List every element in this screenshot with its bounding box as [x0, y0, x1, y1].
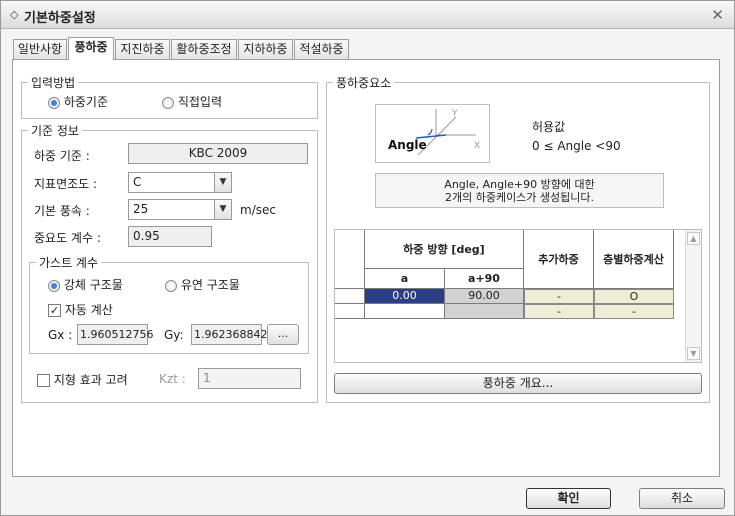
wind-overview-button[interactable]: 풍하중 개요...: [334, 373, 702, 394]
diamond-icon: ◇: [10, 8, 19, 21]
auto-calc-checkbox[interactable]: ✓ 자동 계산: [48, 301, 113, 318]
info-line-2: 2개의 하중케이스가 생성됩니다.: [444, 191, 595, 204]
radio-direct-input-label: 직접입력: [177, 95, 222, 109]
importance-field: 0.95: [128, 226, 212, 247]
radio-on-icon: [48, 279, 60, 292]
gx-label: Gx :: [48, 328, 73, 342]
close-icon[interactable]: ✕: [711, 6, 724, 24]
topography-label: 지형 효과 고려: [53, 373, 128, 387]
tab-general[interactable]: 일반사항: [13, 39, 67, 60]
cell-floor-calc-button[interactable]: O: [594, 289, 674, 304]
angle-arc: [427, 128, 433, 136]
checkbox-icon: [37, 374, 50, 387]
load-direction-grid: 하중 방향 [deg] a a+90 추가하중 층별하중계산 0.00 90.0…: [334, 229, 702, 363]
input-method-title: 입력방법: [28, 74, 79, 91]
row-indicator[interactable]: [335, 304, 365, 319]
tab-seismic-load[interactable]: 지진하중: [115, 39, 170, 60]
kzt-label: Kzt :: [159, 372, 186, 386]
topography-checkbox[interactable]: 지형 효과 고려: [37, 371, 128, 388]
input-method-group: 입력방법 하중기준 직접입력: [21, 74, 318, 119]
scroll-up-icon[interactable]: ▲: [687, 232, 700, 245]
roughness-value: C: [133, 175, 142, 189]
radio-on-icon: [48, 96, 60, 109]
cell-a90: [445, 304, 524, 319]
info-line-1: Angle, Angle+90 방향에 대한: [444, 178, 595, 191]
radio-load-standard-label: 하중기준: [63, 95, 108, 109]
grid-scrollbar[interactable]: ▲ ▼: [685, 230, 701, 362]
scroll-down-icon[interactable]: ▼: [687, 347, 700, 360]
wind-speed-select[interactable]: 25 ▼: [128, 199, 232, 220]
gust-factor-title: 가스트 계수: [36, 254, 102, 271]
roughness-label: 지표면조도 :: [34, 177, 98, 191]
wind-elements-title: 풍하중요소: [333, 74, 395, 91]
cancel-button[interactable]: 취소: [639, 488, 725, 509]
standard-info-group: 기준 정보 하중 기준 : KBC 2009 지표면조도 : C ▼ 기본 풍속…: [21, 122, 318, 403]
gy-label: Gy:: [164, 328, 184, 342]
tab-snow-load[interactable]: 적설하중: [294, 39, 349, 60]
row-indicator[interactable]: [335, 289, 365, 304]
cell-add-load-button[interactable]: -: [524, 304, 594, 319]
importance-label: 중요도 계수 :: [34, 231, 101, 245]
tab-wind-load[interactable]: 풍하중: [68, 37, 114, 60]
check-icon: ✓: [48, 304, 61, 317]
load-standard-label: 하중 기준 :: [34, 149, 90, 163]
allow-title: 허용값: [532, 120, 566, 134]
tab-live-load-adjust[interactable]: 활하중조정: [171, 39, 237, 60]
header-floor-calc: 층별하중계산: [594, 230, 674, 289]
cell-a[interactable]: [365, 304, 445, 319]
ok-button[interactable]: 확인: [526, 488, 611, 509]
header-a90: a+90: [445, 269, 524, 289]
angle-diagram-svg: Angle X Y: [388, 109, 480, 156]
dialog-window: ◇ 기본하중설정 ✕ 일반사항 풍하중 지진하중 활하중조정 지하하중 적설하중…: [0, 0, 735, 516]
gust-more-button[interactable]: ...: [267, 324, 299, 345]
radio-load-standard[interactable]: 하중기준: [48, 93, 108, 110]
cell-a90: 90.00: [445, 289, 524, 304]
gust-factor-group: 가스트 계수 강체 구조물 유연 구조물 ✓ 자동 계산 Gx : 1.9605…: [29, 254, 309, 354]
dropdown-arrow-icon[interactable]: ▼: [214, 173, 231, 192]
roughness-select[interactable]: C ▼: [128, 172, 232, 193]
info-box: Angle, Angle+90 방향에 대한 2개의 하중케이스가 생성됩니다.: [375, 173, 664, 208]
wind-speed-unit: m/sec: [240, 203, 276, 217]
dropdown-arrow-icon[interactable]: ▼: [214, 200, 231, 219]
radio-rigid-structure-label: 강체 구조물: [63, 278, 123, 292]
tab-underground-load[interactable]: 지하하중: [238, 39, 293, 60]
header-a: a: [365, 269, 445, 289]
radio-flexible-structure-label: 유연 구조물: [180, 278, 240, 292]
y-axis-text: Y: [451, 109, 458, 119]
x-axis-text: X: [474, 141, 480, 151]
kzt-field: 1: [198, 368, 301, 389]
radio-direct-input[interactable]: 직접입력: [162, 93, 222, 110]
radio-off-icon: [162, 96, 174, 109]
allow-range: 0 ≤ Angle <90: [532, 139, 621, 153]
header-direction: 하중 방향 [deg]: [365, 230, 524, 269]
radio-off-icon: [165, 279, 177, 292]
title-bar[interactable]: ◇ 기본하중설정 ✕: [1, 1, 734, 29]
cell-floor-calc-button[interactable]: -: [594, 304, 674, 319]
cell-add-load-button[interactable]: -: [524, 289, 594, 304]
radio-rigid-structure[interactable]: 강체 구조물: [48, 276, 123, 293]
wind-speed-value: 25: [133, 202, 149, 216]
angle-diagram: Angle X Y: [375, 104, 490, 163]
cell-a[interactable]: 0.00: [365, 289, 445, 304]
dialog-title: 기본하중설정: [24, 11, 96, 26]
radio-flexible-structure[interactable]: 유연 구조물: [165, 276, 240, 293]
gy-field: 1.962368842: [191, 324, 267, 345]
standard-info-title: 기준 정보: [28, 122, 82, 139]
grid-corner: [335, 230, 365, 289]
header-add-load: 추가하중: [524, 230, 594, 289]
load-standard-field: KBC 2009: [128, 143, 308, 164]
gx-field: 1.960512756: [77, 324, 153, 345]
auto-calc-label: 자동 계산: [64, 303, 113, 317]
angle-text: Angle: [388, 138, 427, 152]
wind-speed-label: 기본 풍속 :: [34, 204, 90, 218]
